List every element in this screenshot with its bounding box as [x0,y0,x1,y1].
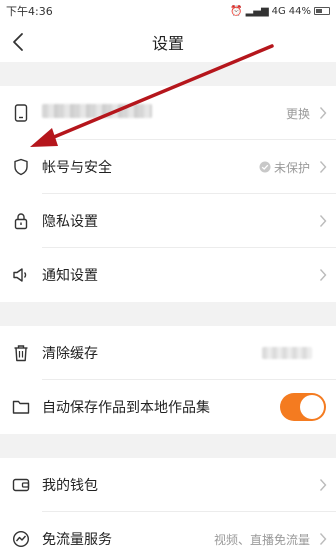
network-label: 4G [271,5,286,17]
settings-row-account-security[interactable]: 帐号与安全 未保护 [0,140,336,194]
check-circle-icon [259,161,271,173]
phone-number-redacted [42,104,286,122]
status-indicators: ⏰ ▂▄▆ 4G 44% [230,6,330,17]
alarm-icon: ⏰ [230,5,243,17]
back-button[interactable] [6,30,30,54]
account-security-label: 帐号与安全 [42,160,112,176]
section-gap [0,62,336,86]
wallet-icon [12,476,30,494]
battery-icon [314,7,330,15]
chevron-right-icon [318,478,328,492]
page-title: 设置 [151,34,184,53]
account-security-value: 未保护 [273,160,310,175]
chevron-right-icon [318,268,328,282]
chevron-right-icon [318,214,328,228]
free-data-value: 视频、直播免流量 [213,532,310,547]
chevron-right-icon [318,106,328,120]
battery-percent: 44% [288,5,311,17]
chevron-right-icon [318,160,328,174]
shield-icon [12,158,30,176]
chevron-left-icon [13,33,23,51]
settings-row-wallet[interactable]: 我的钱包 [0,458,336,512]
signal-icon: ▂▄▆ [245,5,269,17]
settings-row-free-data[interactable]: 免流量服务 视频、直播免流量 [0,512,336,548]
settings-row-privacy[interactable]: 隐私设置 [0,194,336,248]
section-gap [0,434,336,458]
phone-icon [12,104,30,122]
folder-icon [12,398,30,416]
speaker-icon [12,266,30,284]
change-phone-text: 更换 [285,106,310,121]
clear-cache-label: 清除缓存 [42,346,98,362]
notifications-label: 通知设置 [42,268,98,284]
settings-row-notifications[interactable]: 通知设置 [0,248,336,302]
settings-group-storage: 清除缓存 自动保存作品到本地作品集 [0,326,336,434]
settings-row-phone[interactable]: 更换 [0,86,336,140]
nav-bar: 设置 [0,22,336,62]
settings-group-account: 更换 帐号与安全 未保护 隐私设置 通知设置 [0,86,336,302]
cache-size-redacted [262,347,312,359]
section-gap [0,302,336,326]
status-time: 下午4:36 [6,5,53,18]
chevron-right-icon [318,532,328,546]
free-data-label: 免流量服务 [42,532,112,548]
lock-icon [12,212,30,230]
settings-row-clear-cache[interactable]: 清除缓存 [0,326,336,380]
toggle-knob [300,395,324,419]
settings-row-auto-save: 自动保存作品到本地作品集 [0,380,336,434]
trash-icon [12,344,30,362]
account-security-status: 未保护 [259,159,310,176]
wallet-label: 我的钱包 [42,478,98,494]
privacy-label: 隐私设置 [42,214,98,230]
status-bar: 下午4:36 ⏰ ▂▄▆ 4G 44% [0,0,336,22]
auto-save-toggle[interactable] [280,393,326,421]
speed-icon [12,530,30,548]
settings-group-services: 我的钱包 免流量服务 视频、直播免流量 [0,458,336,548]
auto-save-label: 自动保存作品到本地作品集 [42,400,210,416]
